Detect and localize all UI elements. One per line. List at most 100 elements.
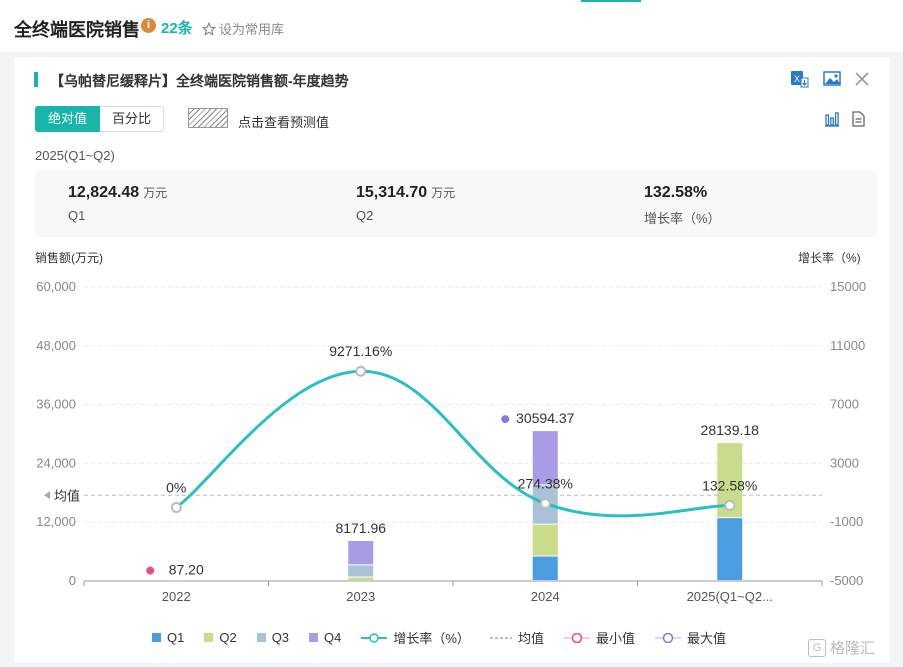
max-marker-dot [501, 415, 510, 424]
stat-label: 增长率（%） [644, 211, 721, 226]
forecast-label[interactable]: 点击查看预测值 [238, 112, 329, 131]
stat-q1: 12,824.48 万元 Q1 [68, 184, 167, 223]
y-tick-label: 12,000 [36, 514, 76, 529]
legend-q4[interactable]: Q4 [309, 630, 341, 645]
y-tick-label: 24,000 [36, 455, 76, 470]
page-title: 全终端医院销售 [14, 20, 140, 40]
legend-label: Q2 [219, 630, 237, 645]
y2-tick-label: 11000 [830, 338, 865, 353]
legend-min-marker [563, 632, 590, 643]
min-marker-dot [146, 566, 155, 575]
legend-label: 均值 [517, 631, 544, 646]
active-tab-indicator [581, 0, 641, 2]
y2-tick-label: 15000 [830, 279, 866, 294]
bar-total-label: 30594.37 [516, 410, 575, 426]
legend-max[interactable]: 最大值 [654, 628, 726, 647]
growth-line [175, 369, 730, 518]
x-tick-label: 2024 [531, 589, 560, 604]
y2-axis-title: 增长率（%) [798, 251, 861, 265]
top-header: 全终端医院销售 i 22条 设为常用库 [0, 0, 903, 53]
legend-swatch [152, 633, 161, 642]
bar-total-label: 8171.96 [335, 520, 386, 536]
legend-min[interactable]: 最小值 [563, 628, 635, 647]
watermark-text: 格隆汇 [830, 640, 876, 657]
y2-tick-label: 7000 [830, 397, 859, 412]
bar-segment-q2 [348, 577, 374, 580]
legend-label: Q3 [271, 630, 290, 645]
legend-label: Q4 [324, 630, 342, 645]
forecast-swatch[interactable] [188, 108, 228, 128]
favorite-button[interactable]: 设为常用库 [202, 19, 284, 38]
bar-segment-q4 [348, 540, 374, 565]
record-count: 22条 [161, 20, 193, 37]
mean-marker-icon [44, 491, 50, 500]
info-icon[interactable]: i [141, 18, 156, 33]
stat-value: 15,314.70 [356, 184, 428, 201]
chart-legend: Q1 Q2 Q3 Q4 增长率（%） 均值 最小值 最大值 [152, 628, 726, 647]
title-accent-bar [34, 72, 38, 87]
tab-absolute[interactable]: 绝对值 [35, 106, 101, 132]
legend-label: Q1 [167, 630, 185, 645]
bar-segment-q2 [532, 524, 558, 556]
chart-card: 【乌帕替尼缓释片】全终端医院销售额-年度趋势 X 绝对值 百分比 点击查看预测值… [14, 57, 890, 663]
y-axis-title: 销售额(万元) [35, 251, 103, 265]
y2-tick-label: -1000 [830, 514, 863, 529]
bar-segment-q1 [532, 556, 558, 580]
y2-tick-label: -5000 [830, 573, 863, 588]
legend-line-marker [361, 632, 388, 643]
stat-value: 132.58% [644, 184, 708, 201]
y-tick-label: 60,000 [36, 279, 76, 294]
legend-growth[interactable]: 增长率（%） [361, 628, 470, 647]
growth-point [724, 500, 736, 512]
close-icon[interactable] [852, 69, 872, 89]
growth-label: 0% [166, 480, 186, 496]
legend-q3[interactable]: Q3 [256, 630, 290, 645]
legend-dash-marker [489, 636, 512, 639]
stat-unit: 万元 [431, 186, 456, 200]
tab-percentage[interactable]: 百分比 [100, 106, 165, 132]
stat-label: Q1 [68, 208, 86, 223]
period-label: 2025(Q1~Q2) [35, 148, 115, 163]
x-tick-label: 2022 [162, 589, 191, 604]
legend-q1[interactable]: Q1 [152, 630, 184, 645]
x-tick-label: 2025(Q1~Q2... [687, 589, 773, 604]
stat-value: 12,824.48 [68, 184, 140, 201]
excel-export-icon[interactable]: X [789, 69, 809, 89]
legend-swatch [256, 633, 266, 642]
bar-total-label: 87.20 [169, 562, 204, 578]
y-tick-label: 0 [69, 573, 76, 588]
growth-label: 9271.16% [329, 343, 392, 359]
watermark-logo-icon: G [808, 638, 826, 657]
bar-chart-view-icon[interactable] [822, 109, 842, 129]
favorite-label: 设为常用库 [219, 22, 285, 37]
summary-panel: 12,824.48 万元 Q1 15,314.70 万元 Q2 132.58% 增长… [35, 170, 877, 237]
bar-segment-q3 [348, 565, 374, 577]
y2-tick-label: 3000 [830, 455, 859, 470]
growth-point [539, 497, 551, 509]
table-view-icon[interactable] [848, 109, 868, 129]
legend-q2[interactable]: Q2 [204, 630, 237, 645]
growth-label: 132.58% [702, 478, 757, 494]
legend-max-marker [654, 632, 681, 643]
growth-label: 274.38% [518, 475, 573, 491]
growth-point [170, 502, 182, 513]
bar-segment-q4 [163, 580, 189, 582]
y-tick-label: 48,000 [36, 338, 76, 353]
legend-label: 增长率（%） [393, 631, 470, 646]
legend-swatch [309, 633, 319, 642]
watermark: G 格隆汇 [808, 637, 875, 658]
star-icon [202, 21, 216, 36]
sales-chart: 60,000 15000 48,000 11000 36,000 7000 24,000 30… [36, 279, 866, 604]
value-mode-toggle: 绝对值 百分比 [35, 106, 165, 132]
bar-segment-q1 [717, 518, 743, 580]
stat-growth: 132.58% 增长率（%） [644, 184, 721, 227]
svg-text:X: X [794, 74, 800, 84]
y-tick-label: 36,000 [36, 397, 76, 412]
image-export-icon[interactable] [822, 69, 842, 89]
bar-total-label: 28139.18 [701, 422, 760, 438]
legend-mean[interactable]: 均值 [489, 628, 544, 647]
stat-label: Q2 [356, 208, 374, 223]
card-title: 【乌帕替尼缓释片】全终端医院销售额-年度趋势 [50, 73, 349, 89]
mean-label: 均值 [54, 488, 80, 503]
legend-swatch [204, 633, 214, 642]
